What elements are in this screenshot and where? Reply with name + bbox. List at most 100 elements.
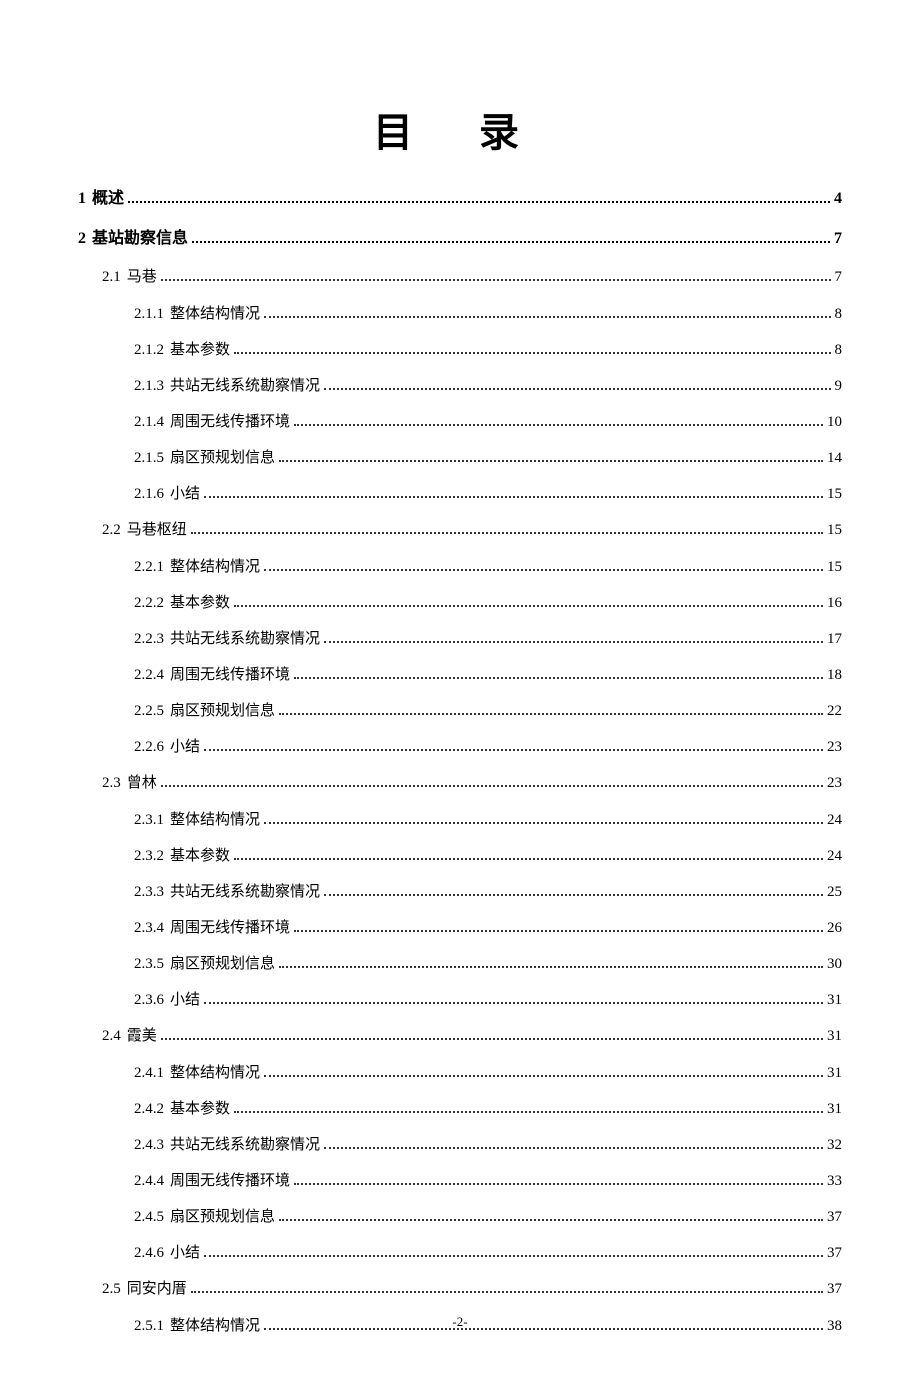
- toc-entry[interactable]: 2.4.3共站无线系统勘察情况32: [134, 1133, 842, 1157]
- toc-entry[interactable]: 2.3.6小结31: [134, 988, 842, 1012]
- toc-leader-dots: [279, 706, 823, 715]
- toc-entry-page: 24: [827, 844, 842, 868]
- toc-leader-dots: [264, 562, 823, 571]
- toc-entry[interactable]: 2.2.3共站无线系统勘察情况17: [134, 627, 842, 651]
- toc-entry-label: 周围无线传播环境: [170, 916, 290, 940]
- toc-entry[interactable]: 2.1.1整体结构情况8: [134, 302, 842, 326]
- toc-leader-dots: [234, 851, 823, 860]
- toc-entry-number: 2.1.6: [134, 482, 164, 506]
- toc-entry[interactable]: 2.4.2基本参数31: [134, 1097, 842, 1121]
- toc-entry-number: 2.4.6: [134, 1241, 164, 1265]
- toc-entry-page: 37: [827, 1277, 842, 1301]
- toc-entry-number: 2.1.5: [134, 446, 164, 470]
- toc-entry-number: 2.4.1: [134, 1061, 164, 1085]
- toc-entry[interactable]: 2.4.6小结37: [134, 1241, 842, 1265]
- toc-entry[interactable]: 2.1.3共站无线系统勘察情况9: [134, 374, 842, 398]
- toc-entry-page: 31: [827, 1061, 842, 1085]
- toc-leader-dots: [324, 634, 823, 643]
- toc-entry[interactable]: 2.3.2基本参数24: [134, 844, 842, 868]
- toc-entry-label: 扇区预规划信息: [170, 952, 275, 976]
- toc-entry[interactable]: 2.5同安内厝37: [102, 1277, 842, 1301]
- toc-entry-number: 2.3.2: [134, 844, 164, 868]
- toc-entry[interactable]: 1概述4: [78, 186, 842, 212]
- toc-entry-label: 共站无线系统勘察情况: [170, 374, 320, 398]
- toc-entry-number: 2.1.1: [134, 302, 164, 326]
- toc-entry-label: 小结: [170, 988, 200, 1012]
- toc-leader-dots: [294, 670, 823, 679]
- toc-entry[interactable]: 2.1.2基本参数8: [134, 338, 842, 362]
- toc-entry-label: 同安内厝: [127, 1277, 187, 1301]
- toc-entry-label: 整体结构情况: [170, 1061, 260, 1085]
- toc-entry-label: 周围无线传播环境: [170, 1169, 290, 1193]
- toc-entry-number: 2.2.3: [134, 627, 164, 651]
- toc-entry-page: 7: [834, 226, 842, 252]
- toc-entry-number: 1: [78, 186, 86, 212]
- toc-entry-label: 基本参数: [170, 591, 230, 615]
- toc-entry[interactable]: 2.4.4周围无线传播环境33: [134, 1169, 842, 1193]
- toc-entry-label: 整体结构情况: [170, 808, 260, 832]
- toc-entry[interactable]: 2.3.5扇区预规划信息30: [134, 952, 842, 976]
- toc-entry-label: 基站勘察信息: [92, 226, 188, 252]
- toc-entry-label: 扇区预规划信息: [170, 699, 275, 723]
- toc-entry-number: 2.3.3: [134, 880, 164, 904]
- toc-entry[interactable]: 2.4.5扇区预规划信息37: [134, 1205, 842, 1229]
- toc-title: 目 录: [78, 100, 842, 158]
- toc-entry[interactable]: 2.3.4周围无线传播环境26: [134, 916, 842, 940]
- toc-entry-page: 25: [827, 880, 842, 904]
- toc-entry[interactable]: 2.4.1整体结构情况 31: [134, 1061, 842, 1085]
- toc-entry[interactable]: 2.1.4周围无线传播环境10: [134, 410, 842, 434]
- toc-entry[interactable]: 2.1.6小结15: [134, 482, 842, 506]
- toc-entry[interactable]: 2基站勘察信息 7: [78, 226, 842, 252]
- toc-leader-dots: [191, 1284, 823, 1293]
- toc-leader-dots: [161, 778, 823, 787]
- toc-entry-number: 2.3.1: [134, 808, 164, 832]
- toc-leader-dots: [264, 309, 830, 318]
- toc-entry-page: 8: [835, 338, 843, 362]
- toc-entry[interactable]: 2.2.1整体结构情况15: [134, 555, 842, 579]
- toc-leader-dots: [279, 1212, 823, 1221]
- toc-leader-dots: [204, 1248, 823, 1257]
- toc-entry-page: 23: [827, 735, 842, 759]
- toc-entry[interactable]: 2.3.3共站无线系统勘察情况 25: [134, 880, 842, 904]
- toc-entry[interactable]: 2.3曾林23: [102, 771, 842, 795]
- toc-entry[interactable]: 2.1.5扇区预规划信息14: [134, 446, 842, 470]
- toc-entry-page: 9: [835, 374, 843, 398]
- toc-entry[interactable]: 2.2.2基本参数16: [134, 591, 842, 615]
- toc-entry-page: 24: [827, 808, 842, 832]
- toc-entry[interactable]: 2.1马巷7: [102, 265, 842, 289]
- toc-entry[interactable]: 2.2.5扇区预规划信息22: [134, 699, 842, 723]
- toc-entry-number: 2.4.5: [134, 1205, 164, 1229]
- toc-entry[interactable]: 2.3.1整体结构情况 24: [134, 808, 842, 832]
- toc-entry-page: 30: [827, 952, 842, 976]
- toc-entry[interactable]: 2.2马巷枢纽15: [102, 518, 842, 542]
- toc-entry[interactable]: 2.2.4周围无线传播环境 18: [134, 663, 842, 687]
- toc-entry-label: 整体结构情况: [170, 302, 260, 326]
- toc-entry-page: 23: [827, 771, 842, 795]
- toc-entry-number: 2.1: [102, 265, 121, 289]
- toc-entry[interactable]: 2.4霞美31: [102, 1024, 842, 1048]
- toc-entry-label: 概述: [92, 186, 124, 212]
- toc-entry-page: 16: [827, 591, 842, 615]
- toc-leader-dots: [264, 815, 823, 824]
- toc-entry-label: 霞美: [127, 1024, 157, 1048]
- toc-entry-page: 18: [827, 663, 842, 687]
- toc-leader-dots: [128, 193, 830, 203]
- toc-entry-number: 2.2.4: [134, 663, 164, 687]
- toc-leader-dots: [204, 995, 823, 1004]
- toc-entry-page: 15: [827, 518, 842, 542]
- toc-entry-label: 周围无线传播环境: [170, 663, 290, 687]
- toc-entry-page: 7: [835, 265, 843, 289]
- toc-entry-number: 2.4.2: [134, 1097, 164, 1121]
- toc-entry-number: 2.4.4: [134, 1169, 164, 1193]
- toc-entry-page: 22: [827, 699, 842, 723]
- toc-entry[interactable]: 2.2.6小结23: [134, 735, 842, 759]
- toc-entry-label: 基本参数: [170, 1097, 230, 1121]
- toc-entry-number: 2.3.4: [134, 916, 164, 940]
- toc-leader-dots: [324, 1140, 823, 1149]
- toc-entry-label: 共站无线系统勘察情况: [170, 880, 320, 904]
- toc-entry-label: 曾林: [127, 771, 157, 795]
- toc-entry-page: 10: [827, 410, 842, 434]
- toc-entry-page: 15: [827, 555, 842, 579]
- toc-entry-number: 2: [78, 226, 86, 252]
- toc-leader-dots: [192, 233, 830, 243]
